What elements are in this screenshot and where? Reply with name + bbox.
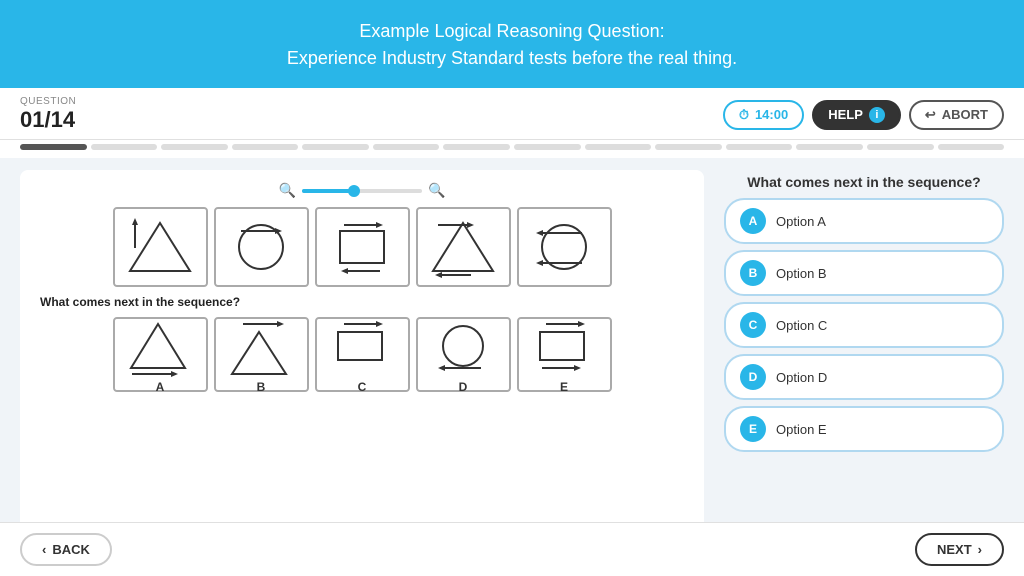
- progress-seg-2: [91, 144, 158, 150]
- timer-icon: ⏱: [739, 107, 749, 123]
- progress-seg-4: [232, 144, 299, 150]
- back-chevron-icon: ‹: [42, 542, 46, 557]
- seq-box-2: [214, 207, 309, 287]
- abort-label: ABORT: [942, 107, 988, 122]
- progress-seg-8: [514, 144, 581, 150]
- ans-box-d[interactable]: D: [416, 317, 511, 392]
- ans-label-d: D: [459, 380, 468, 394]
- ans-svg-e: [524, 316, 604, 376]
- ans-svg-c: [322, 316, 402, 376]
- left-panel: 🔍 🔍: [20, 170, 704, 562]
- ans-label-c: C: [358, 380, 367, 394]
- progress-seg-3: [161, 144, 228, 150]
- options-list: A Option A B Option B C Option C D Option D E Opt…: [724, 198, 1004, 458]
- option-label-b: Option B: [776, 266, 827, 281]
- progress-segments: [20, 144, 1004, 150]
- abort-icon: ↩: [925, 107, 936, 123]
- abort-button[interactable]: ↩ ABORT: [909, 100, 1004, 130]
- option-circle-d: D: [740, 364, 766, 390]
- right-question: What comes next in the sequence?: [724, 170, 1004, 190]
- controls: ⏱ 14:00 HELP i ↩ ABORT: [723, 100, 1004, 130]
- option-circle-b: B: [740, 260, 766, 286]
- question-number: 01/14: [20, 107, 76, 133]
- option-button-d[interactable]: D Option D: [724, 354, 1004, 400]
- option-label-e: Option E: [776, 422, 827, 437]
- option-button-e[interactable]: E Option E: [724, 406, 1004, 452]
- progress-seg-12: [796, 144, 863, 150]
- ans-label-e: E: [560, 380, 568, 394]
- info-icon: i: [869, 107, 885, 123]
- sequence-row: [32, 207, 692, 287]
- option-label-d: Option D: [776, 370, 827, 385]
- help-button[interactable]: HELP i: [812, 100, 901, 130]
- progress-seg-14: [938, 144, 1005, 150]
- option-label-c: Option C: [776, 318, 827, 333]
- next-label: NEXT: [937, 542, 972, 557]
- header-line2: Experience Industry Standard tests befor…: [287, 48, 737, 68]
- back-button[interactable]: ‹ BACK: [20, 533, 112, 566]
- option-circle-a: A: [740, 208, 766, 234]
- main-content: 🔍 🔍: [0, 158, 1024, 574]
- question-info: QUESTION 01/14: [20, 96, 76, 133]
- next-button[interactable]: NEXT ›: [915, 533, 1004, 566]
- option-button-c[interactable]: C Option C: [724, 302, 1004, 348]
- seq-box-3: [315, 207, 410, 287]
- ans-box-b[interactable]: B: [214, 317, 309, 392]
- ans-box-a[interactable]: A: [113, 317, 208, 392]
- progress-seg-13: [867, 144, 934, 150]
- ans-svg-d: [423, 316, 503, 376]
- timer-button[interactable]: ⏱ 14:00: [723, 100, 804, 130]
- help-label: HELP: [828, 107, 863, 122]
- zoom-out-icon: 🔍: [279, 182, 296, 199]
- seq-svg-4: [423, 213, 503, 281]
- option-label-a: Option A: [776, 214, 826, 229]
- progress-seg-9: [585, 144, 652, 150]
- answer-row: A B C: [32, 317, 692, 392]
- option-button-a[interactable]: A Option A: [724, 198, 1004, 244]
- progress-seg-10: [655, 144, 722, 150]
- progress-bar-container: [0, 140, 1024, 158]
- ans-label-a: A: [156, 380, 165, 394]
- option-button-b[interactable]: B Option B: [724, 250, 1004, 296]
- seq-box-5: [517, 207, 612, 287]
- timer-value: 14:00: [755, 107, 788, 122]
- seq-svg-3: [322, 213, 402, 281]
- seq-box-1: [113, 207, 208, 287]
- ans-box-e[interactable]: E: [517, 317, 612, 392]
- back-label: BACK: [52, 542, 90, 557]
- zoom-in-icon: 🔍: [428, 182, 445, 199]
- next-chevron-icon: ›: [978, 542, 982, 557]
- option-circle-c: C: [740, 312, 766, 338]
- ans-box-c[interactable]: C: [315, 317, 410, 392]
- question-bar: QUESTION 01/14 ⏱ 14:00 HELP i ↩ ABORT: [0, 88, 1024, 140]
- seq-box-4: [416, 207, 511, 287]
- right-panel: What comes next in the sequence? A Option…: [724, 170, 1004, 562]
- progress-seg-7: [443, 144, 510, 150]
- header-title: Example Logical Reasoning Question: Expe…: [20, 18, 1004, 72]
- ans-svg-a: [120, 316, 200, 376]
- ans-svg-b: [221, 316, 301, 376]
- seq-svg-2: [221, 213, 301, 281]
- progress-seg-5: [302, 144, 369, 150]
- option-circle-e: E: [740, 416, 766, 442]
- left-question-text: What comes next in the sequence?: [32, 295, 692, 309]
- zoom-row: 🔍 🔍: [32, 182, 692, 199]
- header: Example Logical Reasoning Question: Expe…: [0, 0, 1024, 88]
- progress-seg-1: [20, 144, 87, 150]
- zoom-slider[interactable]: [302, 189, 422, 193]
- header-line1: Example Logical Reasoning Question:: [359, 21, 664, 41]
- footer: ‹ BACK NEXT ›: [0, 522, 1024, 576]
- progress-seg-6: [373, 144, 440, 150]
- seq-svg-5: [524, 213, 604, 281]
- ans-label-b: B: [257, 380, 266, 394]
- seq-svg-1: [120, 213, 200, 281]
- progress-seg-11: [726, 144, 793, 150]
- question-label: QUESTION: [20, 96, 76, 107]
